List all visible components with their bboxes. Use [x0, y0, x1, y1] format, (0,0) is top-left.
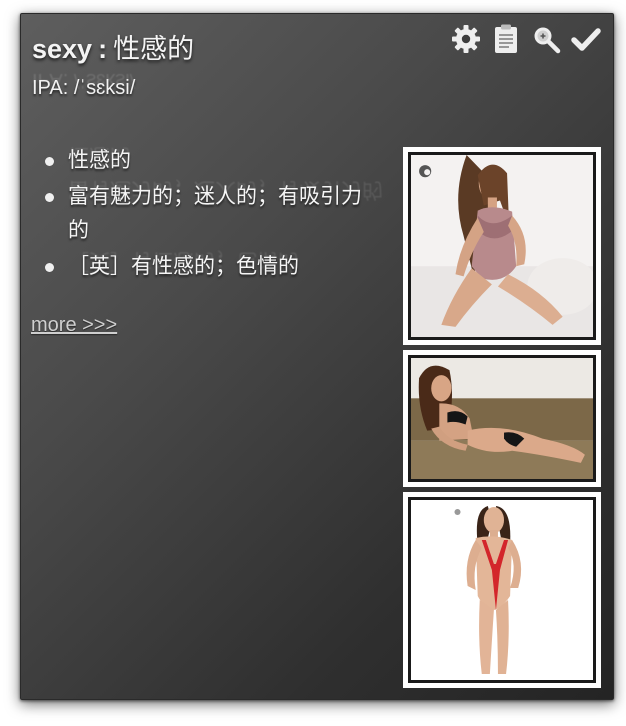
ipa-pronunciation: IPA: /ˈsɛksi/: [32, 77, 136, 99]
zoom-button[interactable]: [531, 24, 561, 54]
headword-translation: 性感的: [113, 34, 195, 64]
zoom-icon: [531, 24, 561, 54]
definition-list: 性感的 富有魅力的；迷人的；有吸引力的 ［英］有性感的；色情的: [39, 144, 369, 286]
definition-item: 富有魅力的；迷人的；有吸引力的: [39, 180, 369, 248]
image-result-2[interactable]: [403, 350, 601, 487]
headword: sexy: [32, 34, 93, 64]
settings-button[interactable]: [451, 24, 481, 54]
definition-item: ［英］有性感的；色情的: [39, 250, 369, 284]
image-result-3[interactable]: [403, 492, 601, 688]
copy-button[interactable]: [491, 24, 521, 54]
checkmark-icon: [571, 24, 601, 54]
more-link[interactable]: more >>>: [31, 314, 117, 337]
toolbar: [451, 24, 601, 54]
image-result-1[interactable]: [403, 147, 601, 345]
confirm-button[interactable]: [571, 24, 601, 54]
entry-title: sexy: 性感的: [32, 27, 194, 66]
image-thumbnail: [408, 355, 596, 482]
definition-item: 性感的: [39, 144, 369, 178]
gear-icon: [451, 24, 481, 54]
title-separator: :: [98, 34, 108, 64]
clipboard-icon: [493, 24, 519, 54]
dictionary-popup: IPA: /ˈsɛksi/ sexy: 性感的 IPA: /ˈsɛksi/ 性感…: [20, 13, 614, 700]
image-thumbnail: [408, 152, 596, 340]
image-thumbnail: [408, 497, 596, 683]
